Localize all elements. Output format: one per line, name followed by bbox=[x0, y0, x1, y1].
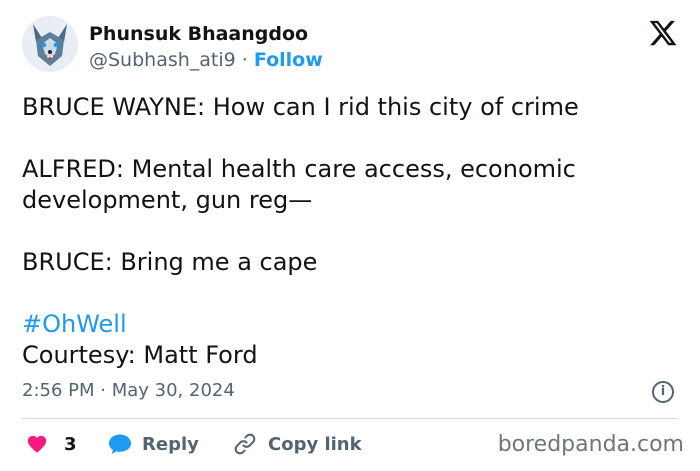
tweet-line: BRUCE: Bring me a cape bbox=[22, 248, 318, 276]
handle-separator: · bbox=[235, 49, 254, 71]
tweet-line: BRUCE WAYNE: How can I rid this city of … bbox=[22, 93, 579, 121]
x-logo-icon[interactable] bbox=[648, 18, 678, 48]
heart-icon bbox=[27, 435, 47, 453]
link-icon bbox=[234, 433, 256, 455]
tweet-line: ​ bbox=[22, 123, 672, 154]
courtesy-line: Courtesy: Matt Ford bbox=[22, 341, 258, 369]
author-name[interactable]: Phunsuk Bhaangdoo bbox=[89, 23, 308, 45]
like-button[interactable]: 3 bbox=[26, 428, 77, 460]
copy-link-button[interactable]: Copy link bbox=[232, 428, 362, 460]
tweet-line: ​ bbox=[22, 278, 672, 309]
tweet-text: BRUCE WAYNE: How can I rid this city of … bbox=[22, 92, 672, 371]
reply-button[interactable]: Reply bbox=[108, 428, 199, 460]
divider bbox=[22, 418, 678, 419]
like-count: 3 bbox=[64, 433, 77, 455]
tweet-timestamp[interactable]: 2:56 PM · May 30, 2024 bbox=[22, 380, 235, 401]
hashtag-link[interactable]: #OhWell bbox=[22, 309, 672, 340]
watermark: boredpanda.com bbox=[497, 432, 684, 457]
copy-link-label: Copy link bbox=[268, 433, 362, 455]
meta-separator: · bbox=[94, 380, 112, 401]
tweet-time[interactable]: 2:56 PM bbox=[22, 380, 95, 401]
info-icon[interactable]: i bbox=[652, 381, 674, 403]
author-handle-line: @Subhash_ati9 · Follow bbox=[89, 49, 323, 71]
tweet-line: ALFRED: Mental health care access, econo… bbox=[22, 155, 584, 214]
follow-button[interactable]: Follow bbox=[254, 49, 323, 71]
author-handle[interactable]: @Subhash_ati9 bbox=[89, 49, 236, 71]
tweet-line: ​ bbox=[22, 216, 672, 247]
reply-bubble-icon bbox=[109, 434, 131, 454]
reply-label: Reply bbox=[142, 433, 199, 455]
wolf-avatar-icon bbox=[22, 16, 78, 72]
tweet-date[interactable]: May 30, 2024 bbox=[112, 380, 235, 401]
avatar[interactable] bbox=[22, 16, 78, 72]
tweet-header: Phunsuk Bhaangdoo @Subhash_ati9 · Follow bbox=[22, 16, 682, 76]
